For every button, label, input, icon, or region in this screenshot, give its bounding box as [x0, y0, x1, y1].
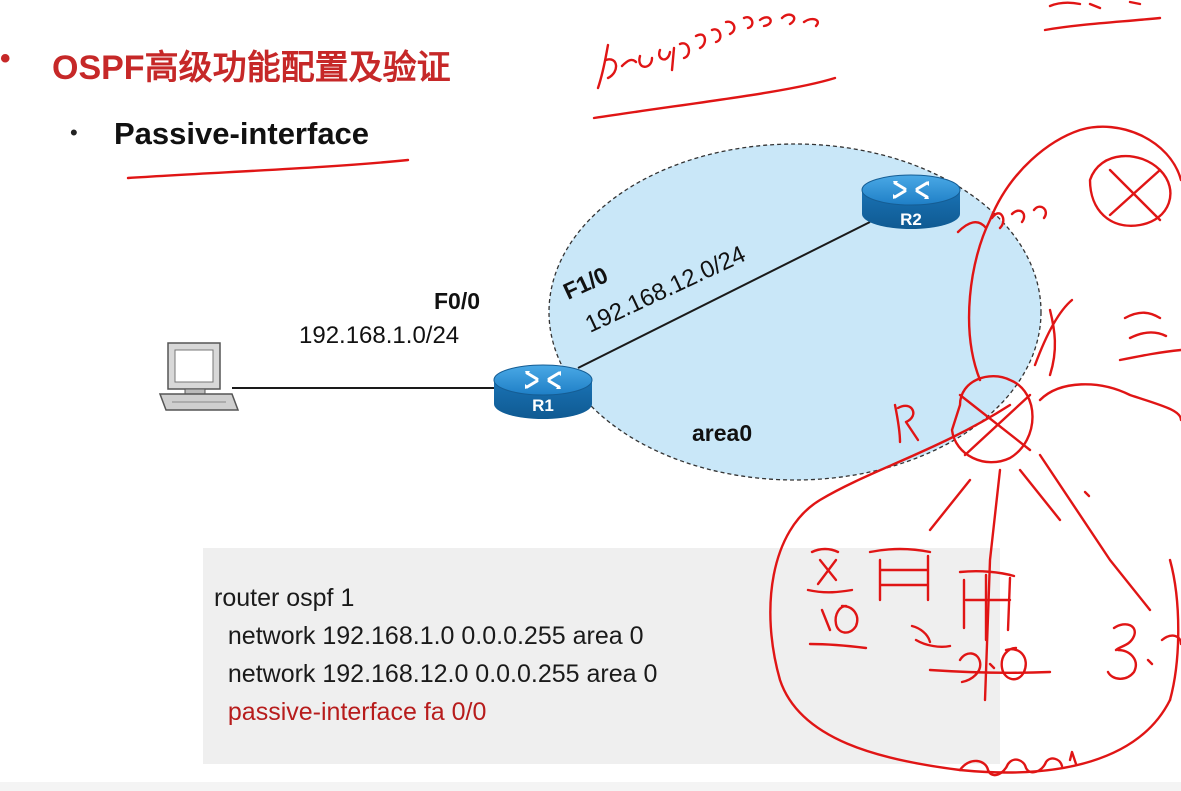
f00-interface-label: F0/0 [434, 288, 480, 314]
config-code-box: router ospf 1 network 192.168.1.0 0.0.0.… [203, 548, 1000, 764]
code-line: network 192.168.1.0 0.0.0.255 area 0 [214, 622, 644, 650]
code-line: network 192.168.12.0 0.0.0.255 area 0 [214, 660, 658, 688]
code-line-highlight: passive-interface fa 0/0 [214, 698, 487, 726]
code-line: router ospf 1 [214, 584, 355, 612]
pc-icon [158, 342, 240, 411]
r2-label: R2 [900, 210, 922, 229]
lan-network-label: 192.168.1.0/24 [299, 322, 459, 349]
r1-label: R1 [532, 396, 554, 415]
bottom-strip [0, 782, 1181, 791]
area0-label: area0 [692, 420, 752, 446]
